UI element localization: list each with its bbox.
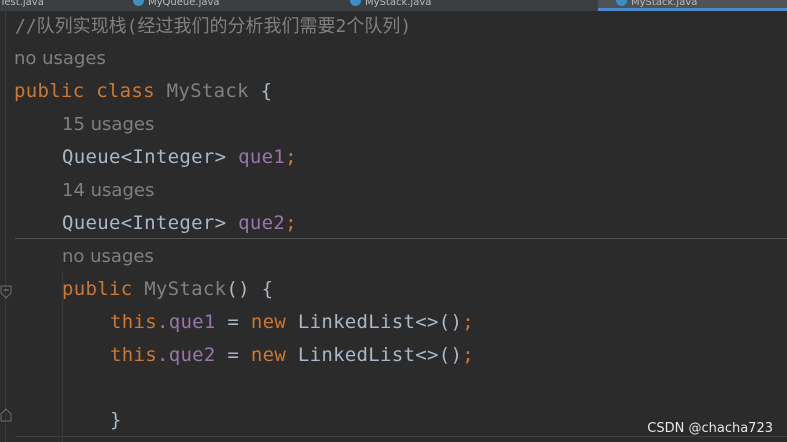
field-type: Queue<Integer> bbox=[62, 146, 227, 168]
field-declaration: Queue<Integer> que2; bbox=[62, 207, 297, 240]
watermark: CSDN @chacha723 bbox=[645, 421, 775, 436]
close-brace: } bbox=[110, 409, 122, 431]
assign-operator: = bbox=[215, 344, 251, 366]
field-name: que1 bbox=[238, 146, 286, 168]
gutter-fold-line bbox=[5, 11, 6, 442]
semicolon: ; bbox=[462, 311, 474, 333]
fold-end-icon[interactable] bbox=[0, 408, 12, 422]
assign-operator: = bbox=[215, 311, 251, 333]
semicolon: ; bbox=[462, 344, 474, 366]
usages-hint[interactable]: 14 usages bbox=[62, 174, 154, 207]
keyword-this: this bbox=[110, 311, 157, 333]
constructor-call: LinkedList<>() bbox=[286, 344, 463, 366]
field-type: Queue<Integer> bbox=[62, 212, 227, 234]
statement: this.que1 = new LinkedList<>(); bbox=[110, 306, 474, 339]
tab-label: MyStack.java bbox=[631, 0, 698, 8]
semicolon: ; bbox=[285, 146, 297, 168]
java-class-icon bbox=[350, 0, 361, 6]
field-name: que2 bbox=[238, 212, 286, 234]
field-declaration: Queue<Integer> que1; bbox=[62, 141, 297, 174]
statement: this.que2 = new LinkedList<>(); bbox=[110, 339, 474, 372]
field-access: .que1 bbox=[156, 311, 216, 333]
constructor-declaration: public MyStack() { bbox=[62, 273, 273, 306]
constructor-name: MyStack bbox=[144, 278, 227, 300]
keyword-this: this bbox=[110, 344, 157, 366]
fold-icon[interactable] bbox=[0, 285, 12, 299]
java-class-icon bbox=[616, 0, 627, 6]
open-brace: { bbox=[260, 80, 273, 102]
tab-label: MyStack.java bbox=[365, 0, 432, 8]
comment-line: //队列实现栈(经过我们的分析我们需要2个队列) bbox=[15, 16, 412, 37]
method-separator bbox=[15, 238, 787, 239]
tab-label: Test.java bbox=[0, 0, 44, 8]
class-name: MyStack bbox=[166, 80, 249, 102]
keyword-class: class bbox=[96, 80, 155, 102]
field-access: .que2 bbox=[156, 344, 216, 366]
usages-hint[interactable]: no usages bbox=[62, 240, 154, 273]
semicolon: ; bbox=[285, 212, 297, 234]
keyword-public: public bbox=[14, 80, 85, 102]
java-class-icon bbox=[133, 0, 144, 6]
keyword-new: new bbox=[250, 344, 287, 366]
editor-tab-active[interactable]: MyStack.java bbox=[598, 0, 787, 11]
class-declaration: public class MyStack { bbox=[14, 75, 272, 108]
usages-hint[interactable]: no usages bbox=[14, 42, 106, 75]
code-editor[interactable]: //队列实现栈(经过我们的分析我们需要2个队列) no usages publi… bbox=[0, 11, 787, 442]
keyword-public: public bbox=[62, 278, 133, 300]
params-brace: () { bbox=[226, 278, 274, 300]
usages-hint[interactable]: 15 usages bbox=[62, 108, 154, 141]
bottom-separator bbox=[15, 436, 787, 437]
keyword-new: new bbox=[250, 311, 287, 333]
tab-label: MyQueue.java bbox=[148, 0, 220, 8]
constructor-call: LinkedList<>() bbox=[286, 311, 463, 333]
